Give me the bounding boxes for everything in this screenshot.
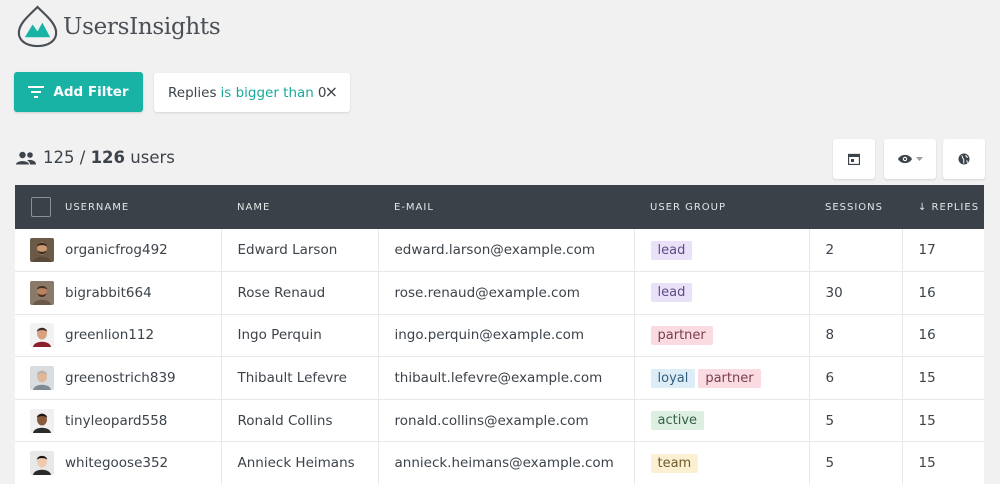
- table-row[interactable]: bigrabbit664 Rose Renaud rose.renaud@exa…: [15, 271, 984, 315]
- total-count: 126: [90, 148, 126, 167]
- avatar[interactable]: [30, 323, 54, 348]
- column-header-email[interactable]: E-MAIL: [378, 185, 634, 229]
- name-cell: Edward Larson: [221, 229, 379, 273]
- username-link[interactable]: organicfrog492: [65, 242, 168, 258]
- column-header-username[interactable]: USERNAME: [49, 185, 221, 229]
- replies-cell: 15: [902, 356, 984, 400]
- avatar[interactable]: [30, 238, 54, 263]
- column-header-user-group[interactable]: USER GROUP: [634, 185, 809, 229]
- sessions-cell: 2: [809, 229, 903, 273]
- username-cell: bigrabbit664: [15, 271, 222, 315]
- username-link[interactable]: greenlion112: [65, 327, 154, 343]
- avatar[interactable]: [30, 280, 54, 305]
- table-row[interactable]: tinyleopard558 Ronald Collins ronald.col…: [15, 399, 984, 443]
- table-row[interactable]: organicfrog492 Edward Larson edward.lars…: [15, 229, 984, 273]
- chevron-down-icon: [915, 157, 923, 161]
- email-cell: ronald.collins@example.com: [378, 399, 635, 443]
- user-group-badge[interactable]: partner: [698, 368, 761, 388]
- table-row[interactable]: whitegoose352 Annieck Heimans annieck.he…: [15, 441, 984, 484]
- user-group-cell: lead: [634, 229, 810, 273]
- column-header-sessions[interactable]: SESSIONS: [809, 185, 902, 229]
- username-link[interactable]: whitegoose352: [65, 455, 168, 471]
- filter-icon: [28, 86, 45, 98]
- username-cell: greenostrich839: [15, 356, 222, 400]
- user-group-cell: team: [634, 441, 810, 484]
- shown-count: 125: [43, 148, 75, 167]
- app-name: UsersInsights: [63, 13, 221, 40]
- calendar-icon: [848, 153, 860, 165]
- username-cell: tinyleopard558: [15, 399, 222, 443]
- email-cell: thibault.lefevre@example.com: [378, 356, 635, 400]
- column-header-replies[interactable]: ↓ REPLIES: [902, 185, 984, 229]
- count-unit: users: [130, 148, 175, 167]
- username-link[interactable]: greenostrich839: [65, 370, 176, 386]
- replies-cell: 17: [902, 229, 984, 273]
- sessions-cell: 6: [809, 356, 903, 400]
- user-group-badge[interactable]: lead: [650, 240, 693, 260]
- date-range-button[interactable]: [833, 139, 875, 179]
- username-cell: organicfrog492: [15, 229, 222, 273]
- sessions-cell: 30: [809, 271, 903, 315]
- name-cell: Thibault Lefevre: [221, 356, 379, 400]
- sessions-cell: 5: [809, 399, 903, 443]
- filter-field: Replies: [168, 84, 217, 101]
- add-filter-button[interactable]: Add Filter: [14, 72, 143, 112]
- username-cell: whitegoose352: [15, 441, 222, 484]
- username-cell: greenlion112: [15, 314, 222, 358]
- user-group-cell: lead: [634, 271, 810, 315]
- user-group-badge[interactable]: partner: [650, 325, 713, 345]
- avatar[interactable]: [30, 366, 54, 391]
- header-select-cell: [15, 185, 51, 229]
- name-cell: Ingo Perquin: [221, 314, 379, 358]
- email-cell: edward.larson@example.com: [378, 229, 635, 273]
- active-filter-chip[interactable]: Replies is bigger than 0 ×: [154, 73, 350, 112]
- globe-icon: [958, 153, 970, 165]
- column-visibility-button[interactable]: [884, 139, 936, 179]
- user-count: 125 / 126 users: [16, 148, 175, 167]
- name-cell: Rose Renaud: [221, 271, 379, 315]
- table-header-row: USERNAME NAME E-MAIL USER GROUP SESSIONS…: [15, 185, 984, 229]
- replies-cell: 15: [902, 399, 984, 443]
- user-group-badge[interactable]: active: [650, 411, 705, 431]
- table-row[interactable]: greenostrich839 Thibault Lefevre thibaul…: [15, 356, 984, 400]
- replies-cell: 16: [902, 271, 984, 315]
- name-cell: Ronald Collins: [221, 399, 379, 443]
- replies-cell: 16: [902, 314, 984, 358]
- user-group-cell: partner: [634, 314, 810, 358]
- count-separator: /: [79, 148, 86, 167]
- table-body: organicfrog492 Edward Larson edward.lars…: [15, 229, 984, 484]
- email-cell: rose.renaud@example.com: [378, 271, 635, 315]
- avatar[interactable]: [30, 451, 54, 476]
- user-group-cell: loyal partner: [634, 356, 810, 400]
- sessions-cell: 8: [809, 314, 903, 358]
- name-cell: Annieck Heimans: [221, 441, 379, 484]
- mountain-logo-icon: [17, 5, 58, 48]
- close-icon[interactable]: ×: [325, 83, 338, 101]
- column-header-name[interactable]: NAME: [221, 185, 378, 229]
- users-icon: [16, 151, 36, 165]
- app-logo[interactable]: UsersInsights: [16, 5, 221, 48]
- replies-cell: 15: [902, 441, 984, 484]
- username-link[interactable]: tinyleopard558: [65, 413, 167, 429]
- username-link[interactable]: bigrabbit664: [65, 285, 152, 301]
- users-table: USERNAME NAME E-MAIL USER GROUP SESSIONS…: [15, 185, 984, 484]
- user-group-badge[interactable]: team: [650, 453, 699, 473]
- email-cell: annieck.heimans@example.com: [378, 441, 635, 484]
- sessions-cell: 5: [809, 441, 903, 484]
- user-group-badge[interactable]: loyal: [650, 368, 696, 388]
- avatar[interactable]: [30, 408, 54, 433]
- email-cell: ingo.perquin@example.com: [378, 314, 635, 358]
- eye-icon: [897, 154, 912, 164]
- user-group-badge[interactable]: lead: [650, 283, 693, 303]
- filter-operator[interactable]: is bigger than: [221, 85, 314, 101]
- add-filter-label: Add Filter: [53, 84, 129, 100]
- map-view-button[interactable]: [943, 139, 985, 179]
- user-group-cell: active: [634, 399, 810, 443]
- select-all-checkbox[interactable]: [31, 197, 51, 217]
- table-row[interactable]: greenlion112 Ingo Perquin ingo.perquin@e…: [15, 314, 984, 358]
